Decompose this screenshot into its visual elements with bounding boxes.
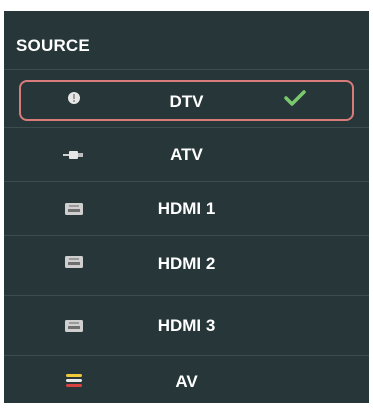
- source-panel: SOURCE DTV ATV HDMI 1 HDMI 2 HDMI 3 AV: [4, 11, 369, 403]
- source-item-hdmi-1[interactable]: HDMI 1: [4, 182, 369, 236]
- checkmark-icon: [284, 90, 306, 106]
- source-item-atv[interactable]: ATV: [4, 128, 369, 182]
- source-item-label: ATV: [170, 145, 203, 164]
- source-item-label: DTV: [169, 92, 204, 111]
- source-item-dtv[interactable]: DTV: [4, 70, 369, 128]
- source-item-hdmi-2[interactable]: HDMI 2: [4, 236, 369, 296]
- source-item-label: HDMI 1: [157, 199, 216, 218]
- source-item-label: HDMI 2: [157, 254, 216, 273]
- source-header: SOURCE: [4, 11, 369, 70]
- source-title: SOURCE: [16, 36, 90, 55]
- source-item-label: AV: [175, 372, 198, 391]
- source-item-hdmi-3[interactable]: HDMI 3: [4, 296, 369, 356]
- source-item-label: HDMI 3: [157, 316, 216, 335]
- source-item-av[interactable]: AV: [4, 356, 369, 403]
